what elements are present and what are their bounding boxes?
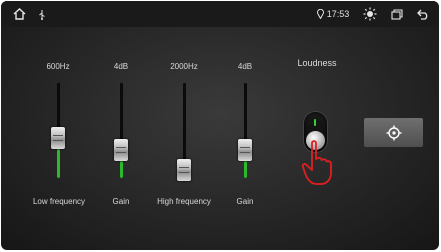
slider-2-value: 4dB (113, 62, 129, 71)
slider-4-value: 4dB (237, 62, 253, 71)
clock: 17:53 (326, 9, 350, 19)
slider-3-value: 2000Hz (170, 62, 198, 71)
slider-1-fill (57, 149, 60, 178)
status-bar: 17:53 (1, 1, 439, 27)
loudness-title: Loudness (297, 58, 337, 68)
crosshair-icon (386, 125, 401, 140)
slider-1-handle[interactable] (51, 127, 65, 150)
position-settings-button[interactable] (364, 118, 423, 147)
slider-4-fill (244, 161, 247, 178)
pointing-hand-icon (301, 140, 332, 185)
home-icon[interactable] (11, 1, 27, 27)
location-pin-icon (315, 1, 325, 27)
recent-apps-icon[interactable] (390, 1, 404, 27)
back-arrow-icon[interactable] (415, 1, 431, 27)
brightness-icon[interactable] (362, 1, 378, 27)
slider-2-fill (120, 161, 123, 178)
screen: 17:53 600Hz Low frequency 4dB Gain 2000H… (1, 1, 439, 250)
slider-4-handle[interactable] (238, 139, 252, 162)
usb-icon (37, 1, 47, 27)
slider-3-handle[interactable] (177, 159, 191, 181)
toggle-on-indicator (314, 119, 316, 126)
slider-2-handle[interactable] (114, 139, 128, 162)
slider-4-label: Gain (236, 197, 254, 206)
slider-1-value: 600Hz (46, 62, 70, 71)
